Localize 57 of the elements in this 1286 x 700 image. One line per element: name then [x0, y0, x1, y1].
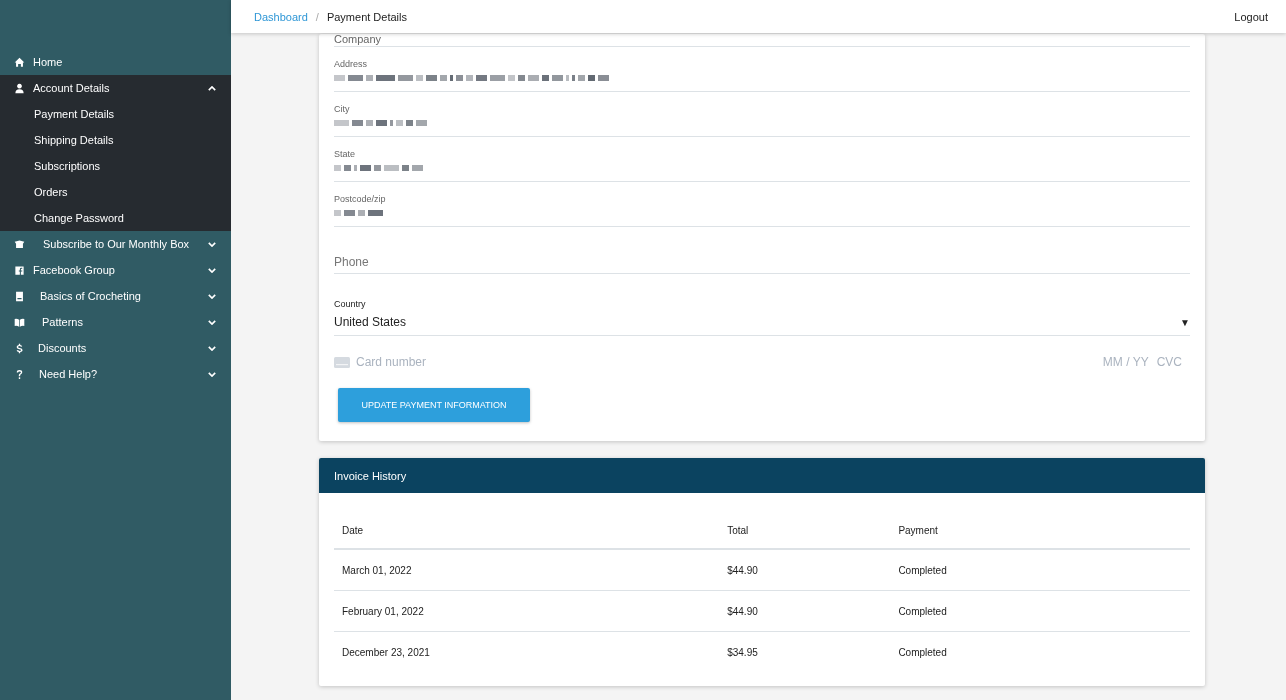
user-icon [14, 82, 25, 94]
breadcrumb-separator: / [315, 10, 319, 23]
field-label: City [334, 104, 350, 115]
sidebar-item[interactable]: Home [0, 49, 231, 75]
book-icon [14, 290, 25, 302]
submenu-link[interactable]: Change Password [0, 205, 231, 231]
caret-icon: ▼ [1180, 316, 1190, 328]
sidebar-item[interactable]: Basics of Crocheting [0, 283, 231, 309]
expiry-placeholder: MM / YY [1102, 355, 1149, 369]
sidebar-item[interactable]: Account Details [0, 75, 231, 101]
card-title: Invoice History [334, 469, 407, 482]
facebook-icon [14, 264, 25, 276]
field-label: Company [334, 34, 382, 45]
table-cell: $44.90 [719, 590, 891, 632]
dollar-icon [14, 342, 25, 354]
redacted-value [334, 210, 383, 216]
column-header: Date [334, 513, 720, 549]
column-header: Payment [890, 513, 1190, 549]
breadcrumb-current: Payment Details [326, 10, 407, 23]
chevron-down-icon [208, 319, 216, 325]
submenu-link[interactable]: Orders [0, 179, 231, 205]
chevron-down-icon [208, 267, 216, 273]
field-label: State [334, 149, 355, 160]
country-select[interactable]: United States ▼ [334, 315, 1190, 329]
table-cell: December 23, 2021 [334, 631, 720, 672]
chevron-down-icon [208, 345, 216, 351]
chevron-down-icon [208, 241, 216, 247]
chevron-up-icon [208, 85, 216, 91]
table-cell: $34.95 [719, 631, 891, 672]
chevron-down-icon [208, 371, 216, 377]
column-header: Total [719, 513, 891, 549]
chevron-down-icon [208, 293, 216, 299]
card-number-placeholder: Card number [356, 355, 428, 369]
submenu-link[interactable]: Payment Details [0, 101, 231, 127]
question-icon [14, 368, 25, 380]
table-cell: February 01, 2022 [334, 590, 720, 632]
submenu-link[interactable]: Shipping Details [0, 127, 231, 153]
home-icon [14, 56, 25, 68]
logout-link[interactable]: Logout [1234, 10, 1268, 23]
sidebar-item[interactable]: Subscribe to Our Monthly Box [0, 231, 231, 257]
cvc-placeholder: CVC [1156, 355, 1182, 369]
sidebar-item[interactable]: Discounts [0, 335, 231, 361]
submenu-link[interactable]: Subscriptions [0, 153, 231, 179]
table-cell: $44.90 [719, 549, 891, 591]
field-label: Address [334, 59, 368, 70]
field-label: Country [334, 299, 366, 310]
table-cell: Completed [890, 549, 1190, 591]
table-cell: Completed [890, 590, 1190, 632]
field-label: Postcode/zip [334, 194, 386, 205]
box-icon [14, 238, 25, 250]
sidebar-item[interactable]: Facebook Group [0, 257, 231, 283]
sidebar-item[interactable]: Patterns [0, 309, 231, 335]
credit-card-icon [334, 356, 350, 368]
table-cell: Completed [890, 631, 1190, 672]
table-cell: March 01, 2022 [334, 549, 720, 591]
open-book-icon [14, 316, 25, 328]
sidebar-item[interactable]: Need Help? [0, 361, 231, 387]
